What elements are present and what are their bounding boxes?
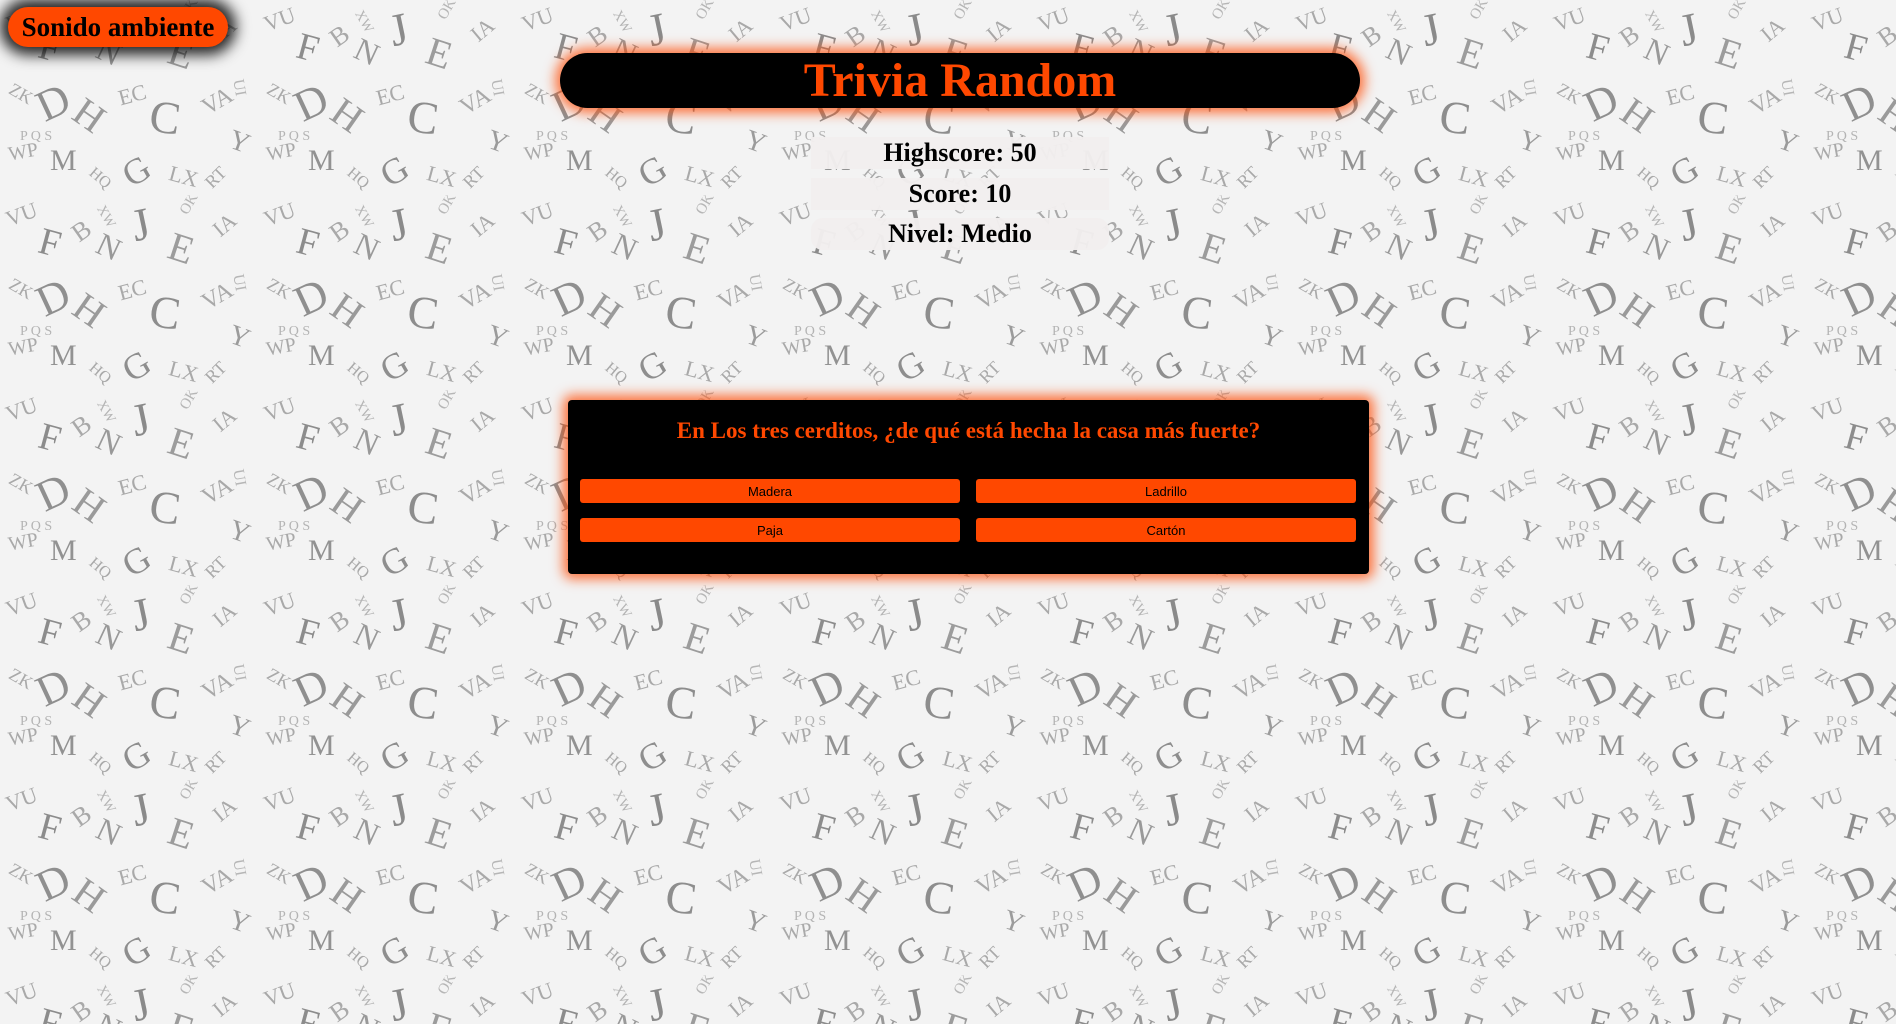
ambient-sound-button[interactable]: Sonido ambiente <box>8 7 228 47</box>
question-card: En Los tres cerditos, ¿de qué está hecha… <box>568 400 1369 574</box>
answer-button-4[interactable]: Cartón <box>976 518 1356 542</box>
question-text: En Los tres cerditos, ¿de qué está hecha… <box>676 418 1261 443</box>
title-banner: Trivia Random <box>560 53 1360 108</box>
level-display: Nivel: Medio <box>811 218 1109 250</box>
answer-button-2[interactable]: Ladrillo <box>976 479 1356 503</box>
game-title: Trivia Random <box>803 54 1117 107</box>
answer-button-1[interactable]: Madera <box>580 479 960 503</box>
answer-button-3[interactable]: Paja <box>580 518 960 542</box>
score-display: Score: 10 <box>811 178 1109 210</box>
highscore-display: Highscore: 50 <box>811 137 1109 169</box>
